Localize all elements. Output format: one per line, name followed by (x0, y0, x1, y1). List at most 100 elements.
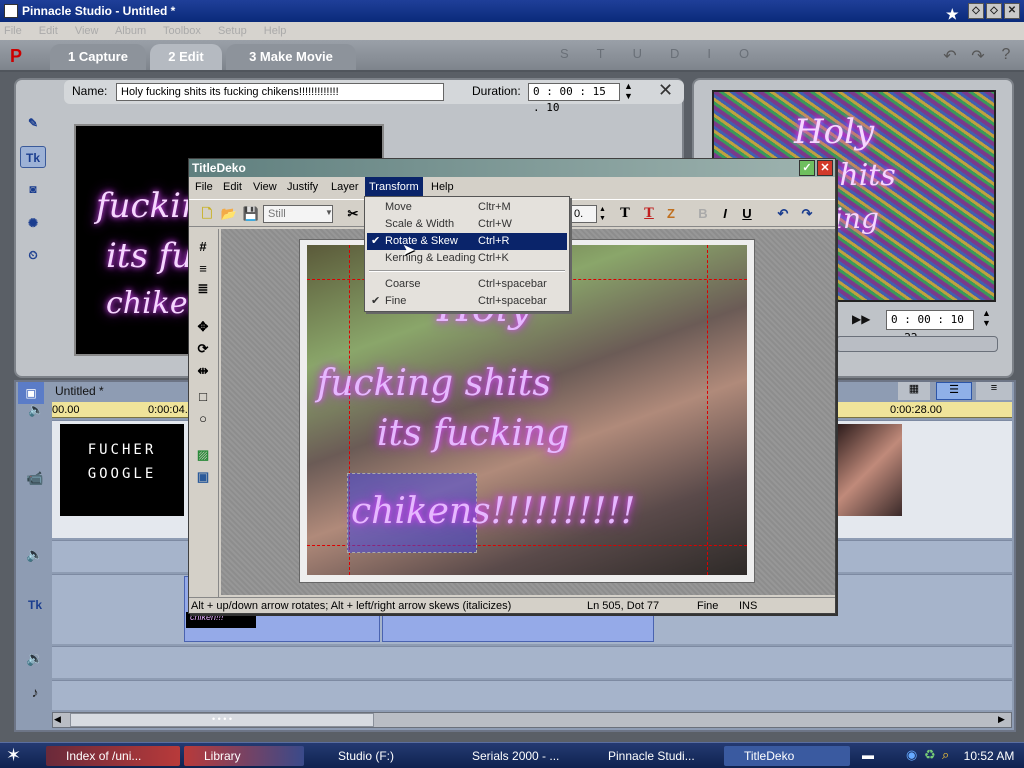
mirror-icon[interactable]: ⇹ (193, 361, 213, 381)
size-stepper[interactable]: ▲ ▼ (599, 205, 606, 223)
tool-video-icon[interactable]: ✎ (20, 112, 46, 134)
menu-item-coarse[interactable]: Coarse Ctrl+spacebar (367, 276, 567, 293)
text-view-icon[interactable]: ≡ (976, 382, 1012, 400)
redo-icon[interactable]: ↷ (966, 46, 990, 68)
tool-effects-icon[interactable]: ✺ (20, 212, 46, 234)
italic-icon[interactable]: I (715, 204, 735, 224)
storyboard-view-icon[interactable]: ▦ (898, 382, 930, 400)
tray-search-icon[interactable]: ⌕ (942, 747, 949, 763)
menu-item-fine[interactable]: ✔ Fine Ctrl+spacebar (367, 293, 567, 310)
menu-item-move[interactable]: Move Cltr+M (367, 199, 567, 216)
menu-toolbox[interactable]: Toolbox (163, 25, 201, 37)
music-track[interactable] (52, 680, 1012, 710)
ok-check-icon[interactable]: ✓ (799, 160, 815, 176)
text-fill-icon[interactable]: Z (661, 204, 681, 224)
video-track-icon: 📹 (26, 470, 44, 486)
grid-icon[interactable]: # (193, 237, 213, 257)
sound-effect-track[interactable] (52, 646, 1012, 678)
timeline-view-icon[interactable]: ▣ (18, 382, 44, 404)
style-select[interactable]: Still (263, 205, 333, 223)
ellipse-icon[interactable]: ○ (193, 409, 213, 429)
background-image-icon[interactable]: ▨ (193, 445, 213, 465)
canvas-text-3[interactable]: its fucking (377, 413, 569, 454)
align-center-icon[interactable]: ≣ (193, 279, 213, 299)
new-file-icon[interactable]: 🗋 (197, 204, 217, 224)
speaker-icon[interactable]: 🔈 (28, 402, 44, 418)
rotate-left-icon[interactable]: ↶ (773, 204, 793, 224)
task-index[interactable]: Index of /uni... (46, 746, 180, 766)
player-timecode[interactable]: 0 : 00 : 10 . 22 (886, 310, 974, 344)
deko-menu-justify[interactable]: Justify (283, 177, 322, 197)
task-library[interactable]: Library (184, 746, 304, 766)
close-title-editor-icon[interactable]: ✕ (658, 80, 673, 101)
menu-file[interactable]: File (4, 25, 22, 37)
task-studio-drive[interactable]: Studio (F:) (318, 746, 442, 766)
tool-title-icon[interactable]: Tk (20, 146, 46, 168)
maximize-button[interactable]: ◇ (986, 3, 1002, 19)
scissors-icon[interactable]: ✂ (343, 204, 363, 224)
rotate-icon[interactable]: ⟳ (193, 339, 213, 359)
tab-edit[interactable]: 2 Edit (150, 44, 222, 70)
menu-help[interactable]: Help (264, 25, 287, 37)
picture-icon[interactable]: ▣ (193, 467, 213, 487)
video-clip-1[interactable]: FUCHER GOOGLE (60, 424, 184, 516)
style-select-arrow-icon[interactable]: ▼ (325, 208, 333, 217)
deko-menu-transform[interactable]: Transform (365, 177, 423, 197)
small-title-clip[interactable]: chiken!!! (186, 612, 256, 628)
deko-menu-file[interactable]: File (191, 177, 217, 197)
title-name-input[interactable]: Holy fucking shits its fucking chikens!!… (116, 83, 444, 101)
tab-capture[interactable]: 1 Capture (50, 44, 146, 70)
player-scrubber[interactable] (836, 336, 998, 352)
tray-keyboard-icon[interactable]: ▬ (862, 748, 874, 762)
open-folder-icon[interactable]: 📂 (219, 204, 239, 224)
tray-network-icon[interactable]: ◉ (906, 747, 917, 763)
video-clip-2[interactable] (836, 424, 902, 516)
deko-menu-edit[interactable]: Edit (219, 177, 246, 197)
fast-forward-icon[interactable]: ▶▶ (852, 312, 870, 326)
menu-setup[interactable]: Setup (218, 25, 247, 37)
task-pinnacle[interactable]: Pinnacle Studi... (588, 746, 714, 766)
save-disk-icon[interactable]: 💾 (241, 204, 261, 224)
task-titledeko[interactable]: TitleDeko (724, 746, 850, 766)
task-serials[interactable]: Serials 2000 - ... (452, 746, 582, 766)
rotate-right-icon[interactable]: ↷ (797, 204, 817, 224)
menu-view[interactable]: View (75, 25, 99, 37)
timeline-view-button[interactable]: ☰ (936, 382, 972, 400)
undo-icon[interactable]: ↶ (938, 46, 962, 68)
tab-make-movie[interactable]: 3 Make Movie (226, 44, 356, 70)
status-position: Ln 505, Dot 77 (587, 600, 660, 612)
rectangle-icon[interactable]: □ (193, 387, 213, 407)
move-icon[interactable]: ✥ (193, 317, 213, 337)
minimize-button[interactable]: ◇ (968, 3, 984, 19)
duration-input[interactable]: 0 : 00 : 15 . 10 (528, 83, 620, 114)
text-style-icon[interactable]: T (615, 204, 635, 224)
start-star-icon[interactable]: ✶ (6, 745, 21, 766)
size-input[interactable]: 0. (569, 205, 597, 223)
menu-item-scale-width[interactable]: Scale & Width Ctrl+W (367, 216, 567, 233)
cancel-x-icon[interactable]: ✕ (817, 160, 833, 176)
pinnacle-logo: P (10, 46, 23, 66)
bold-icon[interactable]: B (693, 204, 713, 224)
tool-audio-icon[interactable]: ⏲ (20, 244, 46, 266)
text-color-icon[interactable]: T (639, 204, 659, 224)
align-left-icon[interactable]: ≡ (193, 259, 213, 279)
help-icon[interactable]: ? (994, 46, 1018, 68)
scroll-left-icon[interactable]: ◀ (54, 714, 61, 725)
deko-menu-help[interactable]: Help (427, 177, 458, 197)
menu-album[interactable]: Album (115, 25, 146, 37)
underline-icon[interactable]: U (737, 204, 757, 224)
menu-item-rotate-skew[interactable]: ✔ Rotate & Skew Ctrl+R (367, 233, 567, 250)
canvas-text-2[interactable]: fucking shits (317, 363, 551, 404)
timeline-scroll-thumb[interactable]: • • • • (70, 713, 374, 727)
menu-edit[interactable]: Edit (39, 25, 58, 37)
canvas-text-4[interactable]: chikens!!!!!!!!!! (351, 491, 635, 532)
deko-menu-view[interactable]: View (249, 177, 281, 197)
tool-camera-icon[interactable]: ◙ (20, 178, 46, 200)
tray-recycle-icon[interactable]: ♻ (924, 747, 936, 763)
scroll-right-icon[interactable]: ▶ (998, 714, 1005, 725)
timecode-stepper[interactable]: ▲ ▼ (982, 308, 991, 328)
deko-menu-layer[interactable]: Layer (327, 177, 363, 197)
duration-stepper[interactable]: ▲ ▼ (624, 81, 633, 101)
close-button[interactable]: ✕ (1004, 3, 1020, 19)
menu-item-kerning-leading[interactable]: Kerning & Leading Ctrl+K (367, 250, 567, 267)
